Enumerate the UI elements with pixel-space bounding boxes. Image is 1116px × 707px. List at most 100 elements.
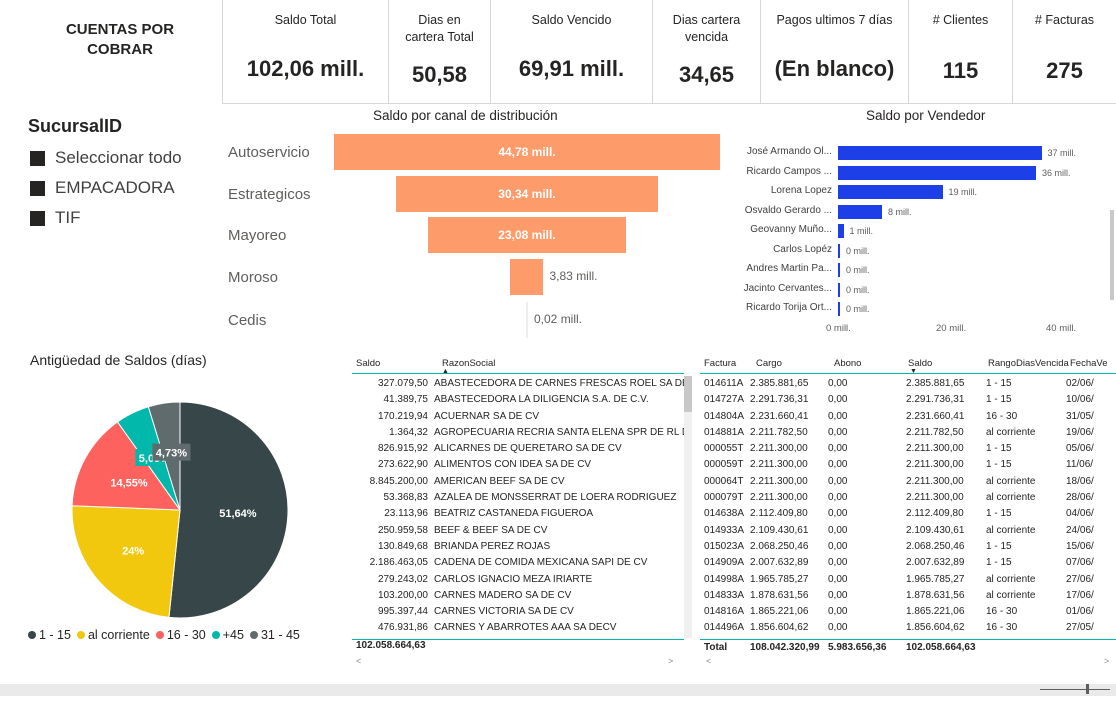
table-cell: 2.291.736,31	[906, 394, 965, 406]
column-header[interactable]: FechaVe	[1070, 358, 1108, 369]
vendedor-bar[interactable]	[838, 302, 840, 316]
table-row[interactable]: 130.849,68 BRIANDA PEREZ ROJAS	[352, 538, 684, 556]
funnel-bar-label: 0,02 mill.	[534, 312, 583, 326]
scroll-right-icon[interactable]: >	[1104, 656, 1109, 666]
vendedor-scrollbar[interactable]	[1110, 210, 1114, 300]
table-row[interactable]: 014816A 1.865.221,06 0,00 1.865.221,06 16 - …	[700, 604, 1116, 620]
table-cell: 02/06/	[1066, 378, 1094, 389]
legend-item[interactable]: 31 - 45	[249, 628, 300, 642]
scroll-left-icon[interactable]: <	[356, 656, 361, 666]
table-row[interactable]: 015023A 2.068.250,46 0,00 2.068.250,46 1 - 1…	[700, 539, 1116, 555]
table-row[interactable]: 170.219,94 ACUERNAR SA DE CV	[352, 408, 684, 425]
table-row[interactable]: 1.364,32 AGROPECUARIA RECRIA SANTA ELENA …	[352, 424, 684, 442]
table-row[interactable]: 000059T 2.211.300,00 0,00 2.211.300,00 1 - 1…	[700, 457, 1116, 473]
table-row[interactable]: 41.389,75 ABASTECEDORA LA DILIGENCIA S.A.…	[352, 392, 684, 409]
table-row[interactable]: 014611A 2.385.881,65 0,00 2.385.881,65 1 - 1…	[700, 376, 1116, 392]
scroll-thumb[interactable]	[684, 376, 692, 412]
checkbox[interactable]	[30, 210, 45, 226]
saldo-razon-table[interactable]: Saldo RazonSocial ▲ 327.079,50 ABASTECEDO…	[352, 352, 692, 707]
card-clientes[interactable]: # Clientes 115	[908, 0, 1012, 104]
table-row[interactable]: 014638A 2.112.409,80 0,00 2.112.409,80 1 - 1…	[700, 506, 1116, 522]
card-pagos-ultimos-7-dias[interactable]: Pagos ultimos 7 días (En blanco)	[760, 0, 908, 104]
card-value: 102,06 mill.	[246, 56, 365, 81]
vendedor-bar-value: 0 mill.	[846, 304, 870, 314]
vendedor-bar[interactable]	[838, 185, 943, 199]
legend-label: 1 - 15	[39, 628, 71, 642]
table-row[interactable]: 53.368,83 AZALEA DE MONSSERRAT DE LOERA R…	[352, 490, 684, 507]
table-row[interactable]: 014833A 1.878.631,56 0,00 1.878.631,56 al co…	[700, 588, 1116, 604]
card-facturas[interactable]: # Facturas 275	[1012, 0, 1116, 104]
facturas-table[interactable]: Factura Cargo Abono Saldo RangoDiasVencida Fe…	[700, 352, 1116, 707]
table-row[interactable]: 250.959,58 BEEF & BEEF SA DE CV	[352, 522, 684, 539]
table-scrollbar[interactable]	[684, 376, 692, 638]
table-row[interactable]: 000064T 2.211.300,00 0,00 2.211.300,00 al co…	[700, 474, 1116, 490]
table-row[interactable]: 000079T 2.211.300,00 0,00 2.211.300,00 al co…	[700, 490, 1116, 506]
legend-item[interactable]: 16 - 30	[155, 628, 206, 642]
slicer-item-empacadora[interactable]: EMPACADORA	[30, 178, 175, 198]
aging-pie-chart[interactable]: 51,64%24%14,55%5,09%4,73%	[70, 400, 290, 620]
table-row[interactable]: 279.243,02 CARLOS IGNACIO MEZA IRIARTE	[352, 571, 684, 588]
table-cell: 0,00	[828, 606, 848, 618]
table-row[interactable]: 014998A 1.965.785,27 0,00 1.965.785,27 al co…	[700, 572, 1116, 588]
table-row[interactable]: 014909A 2.007.632,89 0,00 2.007.632,89 1 - 1…	[700, 555, 1116, 571]
vendedor-bar[interactable]	[838, 282, 840, 297]
table-row[interactable]: 273.622,90 ALIMENTOS CON IDEA SA DE CV	[352, 457, 684, 474]
table-row[interactable]: 014881A 2.211.782,50 0,00 2.211.782,50 al co…	[700, 425, 1116, 441]
vendedor-bar[interactable]	[838, 165, 1036, 180]
table-row[interactable]: 014933A 2.109.430,61 0,00 2.109.430,61 al co…	[700, 523, 1116, 539]
table-row[interactable]: 995.397,44 CARNES VICTORIA SA DE CV	[352, 604, 684, 621]
table-cell: 0,00	[828, 573, 848, 585]
vendedor-bar[interactable]	[838, 243, 840, 258]
table-row[interactable]: 014496A 1.856.604,62 0,00 1.856.604,62 16 - …	[700, 620, 1116, 636]
card-label: # Facturas	[1034, 13, 1095, 27]
vendedor-bar[interactable]	[838, 263, 840, 277]
vendedor-bar[interactable]	[838, 204, 882, 219]
funnel-bar[interactable]: 30,34 mill.	[396, 176, 658, 212]
zoom-slider[interactable]	[1040, 689, 1110, 690]
table-cell: 2.291.736,31	[750, 394, 809, 406]
card-dias-cartera-vencida[interactable]: Dias cartera vencida 34,65	[652, 0, 760, 104]
table-cell: 01/06/	[1066, 606, 1094, 618]
table-row[interactable]: 8.845.200,00 AMERICAN BEEF SA DE CV	[352, 473, 684, 491]
table-row[interactable]: 476.931,86 CARNES Y ABARROTES AAA SA DECV	[352, 620, 684, 637]
scroll-left-icon[interactable]: <	[706, 656, 711, 666]
table-row[interactable]: 014804A 2.231.660,41 0,00 2.231.660,41 16 - …	[700, 409, 1116, 425]
checkbox[interactable]	[30, 180, 45, 196]
table-cell: 2.211.300,00	[906, 459, 964, 471]
slicer-item-label: Seleccionar todo	[55, 148, 182, 167]
table-row[interactable]: 000055T 2.211.300,00 0,00 2.211.300,00 1 - 1…	[700, 441, 1116, 457]
legend-item[interactable]: 1 - 15	[28, 628, 71, 642]
card-saldo-total[interactable]: Saldo Total 102,06 mill.	[222, 0, 388, 104]
table-row[interactable]: 327.079,50 ABASTECEDORA DE CARNES FRESCAS…	[352, 376, 684, 393]
column-header[interactable]: Abono	[834, 358, 861, 369]
funnel-bar[interactable]: 23,08 mill.	[427, 217, 627, 253]
checkbox[interactable]	[30, 150, 45, 166]
column-header[interactable]: RangoDiasVencida	[988, 358, 1069, 369]
column-header-razonsocial[interactable]: RazonSocial	[442, 358, 495, 369]
card-saldo-vencido[interactable]: Saldo Vencido 69,91 mill.	[490, 0, 652, 104]
vendedor-bar[interactable]	[838, 224, 844, 238]
table-row[interactable]: 014727A 2.291.736,31 0,00 2.291.736,31 1 - 1…	[700, 392, 1116, 408]
pie-slice[interactable]	[71, 505, 181, 618]
slicer-item-tif[interactable]: TIF	[30, 208, 81, 228]
slicer-item-select-all[interactable]: Seleccionar todo	[30, 148, 182, 168]
table-row[interactable]: 103.200,00 CARNES MADERO SA DE CV	[352, 587, 684, 605]
funnel-bar[interactable]	[526, 302, 528, 338]
zoom-slider-thumb[interactable]	[1086, 684, 1089, 694]
table-body: 014611A 2.385.881,65 0,00 2.385.881,65 1 - 1…	[700, 376, 1116, 637]
column-header-saldo[interactable]: Saldo	[356, 358, 380, 369]
vendedor-bar[interactable]	[838, 146, 1042, 160]
card-dias-cartera-total[interactable]: Dias en cartera Total 50,58	[388, 0, 490, 104]
column-header[interactable]: Factura	[704, 358, 736, 369]
legend-item[interactable]: +45	[211, 628, 244, 642]
table-row[interactable]: 23.113,96 BEATRIZ CASTAÑEDA FIGUEROA	[352, 506, 684, 523]
legend-item[interactable]: al corriente	[76, 628, 150, 642]
column-header[interactable]: Cargo	[756, 358, 782, 369]
table-row[interactable]: 826.915,92 ALICARNES DE QUERETARO SA DE C…	[352, 441, 684, 458]
funnel-bar[interactable]: 44,78 mill.	[334, 134, 720, 170]
table-row[interactable]: 2.186.463,05 CADENA DE COMIDA MEXICANA SA…	[352, 555, 684, 572]
scroll-right-icon[interactable]: >	[668, 656, 673, 666]
funnel-bar[interactable]	[510, 259, 544, 295]
vendedor-label-1: Ricardo Campos ...	[746, 165, 832, 177]
vendedor-bar-value: 0 mill.	[846, 245, 870, 256]
